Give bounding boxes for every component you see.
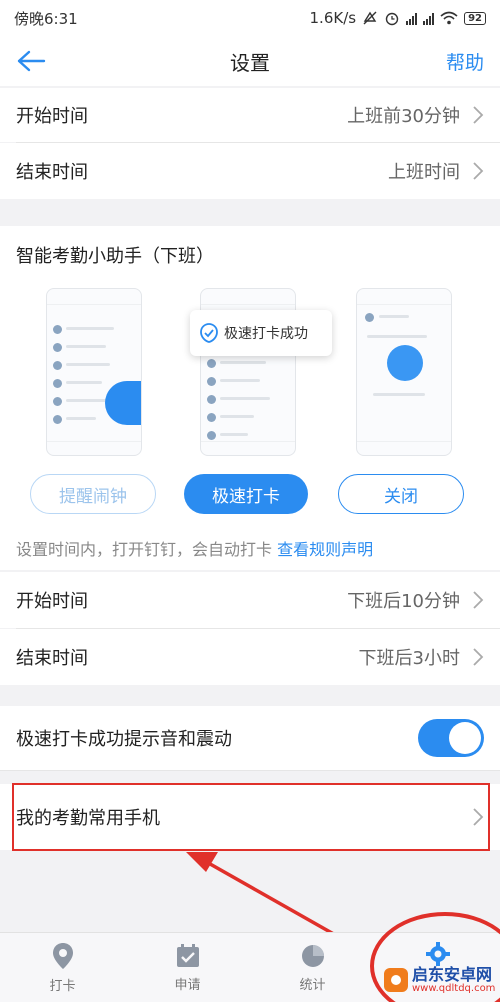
watermark-url: www.qdltdq.com xyxy=(412,983,496,995)
tab-label: 打卡 xyxy=(49,979,76,994)
annotation-arrow xyxy=(186,852,377,960)
help-button[interactable]: 帮助 xyxy=(446,48,484,75)
tab-apply[interactable]: 申请 xyxy=(125,933,250,1002)
watermark-title: 启东安卓网 xyxy=(412,964,493,984)
tab-label: 申请 xyxy=(174,978,201,993)
location-pin-icon xyxy=(52,943,73,969)
calendar-check-icon xyxy=(176,944,199,967)
watermark-logo-icon xyxy=(384,968,408,992)
watermark: 启东安卓网 www.qdltdq.com xyxy=(384,960,496,1000)
tab-label: 统计 xyxy=(299,978,326,993)
tab-statistics[interactable]: 统计 xyxy=(250,933,375,1002)
tab-punch[interactable]: 打卡 xyxy=(0,933,125,1002)
pie-chart-icon xyxy=(301,945,324,967)
